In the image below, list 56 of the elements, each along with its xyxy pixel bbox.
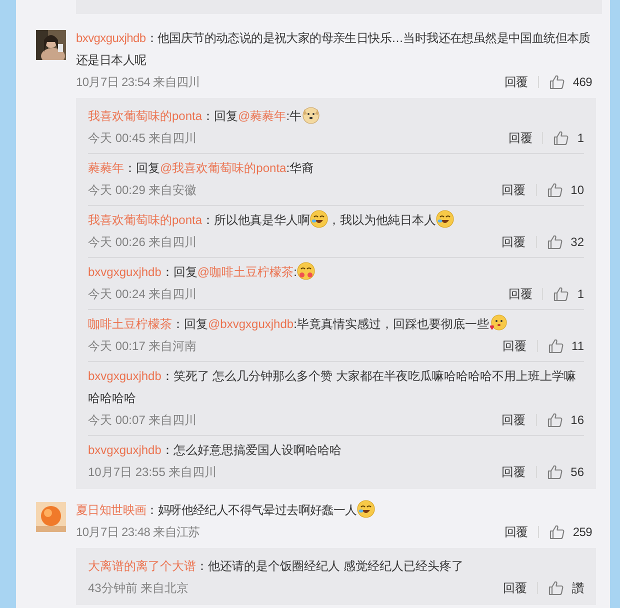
hugging-face-icon — [296, 262, 315, 280]
timestamp: 10月7日 23:48 来自江苏 — [76, 524, 200, 541]
thumbs-up-icon[interactable] — [548, 74, 565, 90]
laughing-face-icon — [356, 500, 375, 518]
thumbs-up-icon[interactable] — [548, 338, 564, 354]
timestamp: 今天 00:17 来自河南 — [88, 338, 197, 355]
thumbs-up-icon[interactable] — [548, 524, 565, 540]
comment-text: bxvgxguxjhdb：回复@咖啡土豆柠檬茶: — [88, 261, 584, 283]
reply-button[interactable]: 回覆 — [502, 409, 526, 431]
thumbs-up-icon[interactable] — [553, 286, 570, 302]
reply-button[interactable]: 回覆 — [504, 71, 528, 93]
like-count: 1 — [577, 130, 584, 147]
comment-text: 咖啡土豆柠檬茶：回复@bxvgxguxjhdb:毕竟真情实感过，回踩也要彻底一些 — [88, 313, 584, 335]
thumbs-up-icon[interactable] — [546, 234, 563, 250]
thumbs-up-icon[interactable] — [546, 464, 563, 480]
timestamp: 今天 00:07 来自四川 — [88, 412, 197, 429]
timestamp: 今天 00:24 来自四川 — [88, 286, 197, 303]
reply-button[interactable]: 回覆 — [504, 521, 528, 543]
timestamp: 今天 00:29 来自安徽 — [88, 182, 197, 199]
comment-text: bxvgxguxjhdb：笑死了 怎么几分钟那么多个赞 大家都在半夜吃瓜嘛哈哈哈哈不用上班上学嘛哈哈哈哈 — [88, 368, 578, 407]
timestamp: 10月7日 23:54 来自四川 — [76, 74, 200, 91]
reply-button[interactable]: 回覆 — [508, 283, 532, 305]
reply-button[interactable]: 回覆 — [502, 461, 526, 483]
comment-text: bxvgxguxjhdb：他国庆节的动态说的是祝大家的母亲生日快乐…当时我还在想虽然是中国血统但本质还是日本人呢 — [76, 30, 592, 69]
like-count: 32 — [570, 234, 584, 251]
comment-text: 大离谱的离了个大谱：他还请的是个饭圈经纪人 感觉经纪人已经头疼了 — [88, 558, 464, 575]
like-count: 469 — [572, 74, 592, 91]
thumbs-up-icon[interactable] — [553, 130, 570, 146]
reply-button[interactable]: 回覆 — [502, 231, 526, 253]
timestamp: 今天 00:26 来自四川 — [88, 234, 197, 251]
like-count: 16 — [570, 412, 584, 429]
like-count: 讚 — [572, 580, 584, 597]
reply-button[interactable]: 回覆 — [502, 179, 526, 201]
blushing-face-icon — [488, 314, 507, 332]
thumbs-up-icon[interactable] — [548, 580, 564, 596]
reply-button[interactable]: 回覆 — [503, 577, 527, 599]
like-count: 56 — [570, 464, 584, 481]
dog-face-icon — [302, 106, 320, 124]
thumbs-up-icon[interactable] — [546, 182, 563, 198]
laughing-face-icon — [310, 210, 328, 228]
like-count: 11 — [572, 338, 584, 355]
laughing-face-icon — [436, 210, 454, 228]
thumbs-up-icon[interactable] — [546, 412, 563, 428]
reply-button[interactable]: 回覆 — [502, 335, 527, 357]
comment-text: 我喜欢葡萄味的ponta：回复@蕤蕤年:牛 — [88, 105, 584, 127]
like-count: 10 — [570, 182, 584, 199]
like-count: 1 — [577, 286, 584, 303]
comment-text: bxvgxguxjhdb：怎么好意思搞爱国人设啊哈哈哈 — [88, 442, 342, 459]
timestamp: 10月7日 23:55 来自四川 — [88, 464, 217, 481]
like-count: 259 — [572, 524, 592, 541]
comment-text: 我喜欢葡萄味的ponta：所以他真是华人啊 ，我以为他純日本人 — [88, 209, 584, 231]
comment-text: 蕤蕤年：回复@我喜欢葡萄味的ponta:华裔 — [88, 160, 315, 177]
comment-text: 夏日知世映画：妈呀他经纪人不得气晕过去啊好蠢一人 — [76, 499, 592, 521]
reply-button[interactable]: 回覆 — [508, 127, 532, 149]
timestamp: 43分钟前 来自北京 — [88, 580, 189, 597]
timestamp: 今天 00:45 来自四川 — [88, 130, 197, 147]
